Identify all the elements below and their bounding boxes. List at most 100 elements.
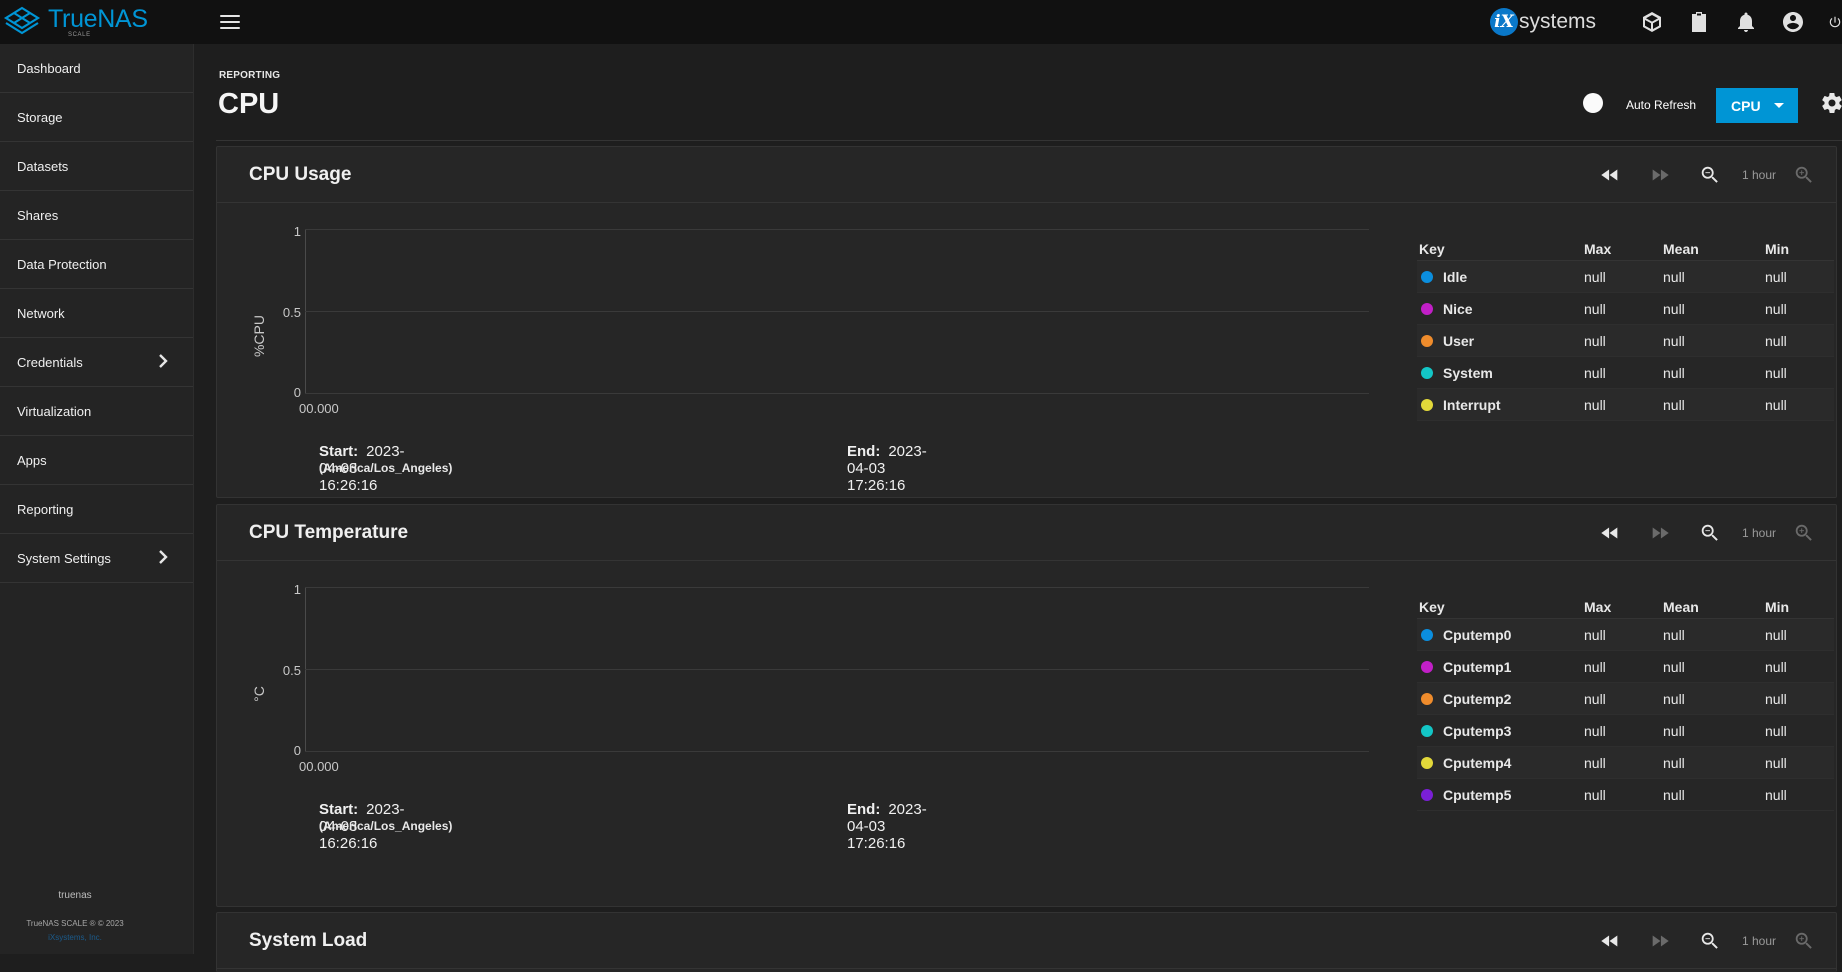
legend-row[interactable]: Cputemp0 null null null (1417, 619, 1834, 651)
truecommand-button[interactable] (1640, 10, 1664, 34)
series-min: null (1765, 396, 1787, 413)
sidebar-item-label: Data Protection (17, 256, 107, 272)
legend-row[interactable]: Idle null null null (1417, 261, 1834, 293)
sidebar-item-reporting[interactable]: Reporting (0, 485, 193, 534)
gridline (305, 229, 1369, 230)
power-icon (1829, 16, 1841, 28)
zoom-in-button[interactable] (1790, 519, 1818, 547)
sidebar-item-dashboard[interactable]: Dashboard (0, 44, 193, 93)
sidebar-item-credentials[interactable]: Credentials (0, 338, 193, 387)
menu-icon-bar (220, 21, 240, 23)
legend-row[interactable]: User null null null (1417, 325, 1834, 357)
sidebar-item-system-settings[interactable]: System Settings (0, 534, 193, 583)
breadcrumb[interactable]: REPORTING (219, 70, 280, 81)
company-link[interactable]: iXsystems, Inc. (0, 933, 194, 942)
gridline (305, 311, 1369, 312)
sidebar-item-storage[interactable]: Storage (0, 93, 193, 142)
legend-row[interactable]: System null null null (1417, 357, 1834, 389)
time-range-label: 1 hour (1741, 526, 1776, 540)
ix-logo-text: systems (1519, 10, 1597, 33)
sidebar-item-virtualization[interactable]: Virtualization (0, 387, 193, 436)
legend-header: Key Max Mean Min (1417, 595, 1834, 619)
step-back-button[interactable] (1596, 519, 1624, 547)
zoom-out-button[interactable] (1696, 161, 1724, 189)
series-name: System (1443, 364, 1493, 381)
ixsystems-logo[interactable]: iX systems (1490, 6, 1596, 38)
series-mean: null (1663, 396, 1685, 413)
jobs-button[interactable] (1687, 10, 1711, 34)
truenas-logo-icon (3, 6, 41, 35)
series-color-dot (1421, 628, 1433, 641)
gridline (305, 587, 1369, 588)
series-max: null (1584, 626, 1606, 643)
sidebar-item-network[interactable]: Network (0, 289, 193, 338)
sidebar-item-shares[interactable]: Shares (0, 191, 193, 240)
rewind-icon (1601, 527, 1618, 539)
legend-row[interactable]: Interrupt null null null (1417, 389, 1834, 421)
y-tick-label: 0.5 (282, 305, 301, 320)
series-color-dot (1421, 756, 1433, 769)
legend-row[interactable]: Cputemp5 null null null (1417, 779, 1834, 811)
legend-row[interactable]: Cputemp4 null null null (1417, 747, 1834, 779)
account-button[interactable] (1781, 10, 1805, 34)
end-time: End: 2023-04-03 17:26:16 (847, 443, 927, 494)
series-min: null (1765, 786, 1787, 803)
series-mean: null (1663, 690, 1685, 707)
legend-col-key: Key (1419, 598, 1445, 615)
series-color-dot (1421, 724, 1433, 737)
zoom-in-button[interactable] (1790, 927, 1818, 955)
series-name: Cputemp1 (1443, 658, 1512, 675)
step-back-button[interactable] (1596, 161, 1624, 189)
sidebar-item-datasets[interactable]: Datasets (0, 142, 193, 191)
truecommand-icon (1643, 12, 1661, 32)
step-forward-button[interactable] (1646, 519, 1674, 547)
notifications-button[interactable] (1734, 10, 1758, 34)
zoom-out-button[interactable] (1696, 519, 1724, 547)
gridline (305, 393, 1369, 394)
menu-toggle-button[interactable] (218, 10, 242, 34)
power-button[interactable] (1828, 10, 1842, 34)
series-name: Cputemp5 (1443, 786, 1512, 803)
time-controls: 1 hour (1596, 519, 1818, 547)
card-title: CPU Temperature (249, 522, 409, 543)
auto-refresh-toggle[interactable] (1583, 93, 1619, 113)
step-forward-button[interactable] (1646, 161, 1674, 189)
legend-col-mean: Mean (1663, 240, 1699, 257)
chevron-right-icon (155, 549, 171, 565)
sidebar-item-data-protection[interactable]: Data Protection (0, 240, 193, 289)
end-label: End: (847, 443, 881, 460)
step-forward-button[interactable] (1646, 927, 1674, 955)
time-controls: 1 hour (1596, 927, 1818, 955)
settings-button[interactable] (1820, 91, 1842, 115)
legend-row[interactable]: Cputemp2 null null null (1417, 683, 1834, 715)
series-min: null (1765, 300, 1787, 317)
zoom-out-icon (1701, 166, 1718, 183)
y-tick-label: 0 (293, 743, 301, 758)
fast-forward-icon (1652, 169, 1669, 181)
legend-row[interactable]: Cputemp1 null null null (1417, 651, 1834, 683)
legend-col-key: Key (1419, 240, 1445, 257)
card-title: CPU Usage (249, 164, 352, 185)
series-color-dot (1421, 788, 1433, 801)
y-axis-label: °C (251, 686, 267, 702)
series-max: null (1584, 396, 1606, 413)
sidebar-nav: Dashboard Storage Datasets Shares Data P… (0, 44, 194, 954)
series-name: Cputemp0 (1443, 626, 1512, 643)
report-type-select[interactable]: CPU (1716, 88, 1798, 123)
cpu-usage-card: CPU Usage 1 hour 1 0.5 0 %CPU 00.000 Sta… (216, 146, 1837, 498)
sidebar-item-apps[interactable]: Apps (0, 436, 193, 485)
card-header: CPU Temperature 1 hour (217, 505, 1836, 561)
y-tick-label: 1 (293, 582, 301, 597)
end-time: End: 2023-04-03 17:26:16 (847, 801, 927, 852)
brand-logo-link[interactable]: TrueNAS SCALE (0, 0, 194, 44)
legend-row[interactable]: Cputemp3 null null null (1417, 715, 1834, 747)
zoom-in-button[interactable] (1790, 161, 1818, 189)
series-max: null (1584, 658, 1606, 675)
zoom-out-button[interactable] (1696, 927, 1724, 955)
toggle-knob (1583, 93, 1603, 113)
legend-row[interactable]: Nice null null null (1417, 293, 1834, 325)
series-min: null (1765, 754, 1787, 771)
y-tick-label: 1 (293, 224, 301, 239)
start-label: Start: (319, 801, 359, 818)
step-back-button[interactable] (1596, 927, 1624, 955)
